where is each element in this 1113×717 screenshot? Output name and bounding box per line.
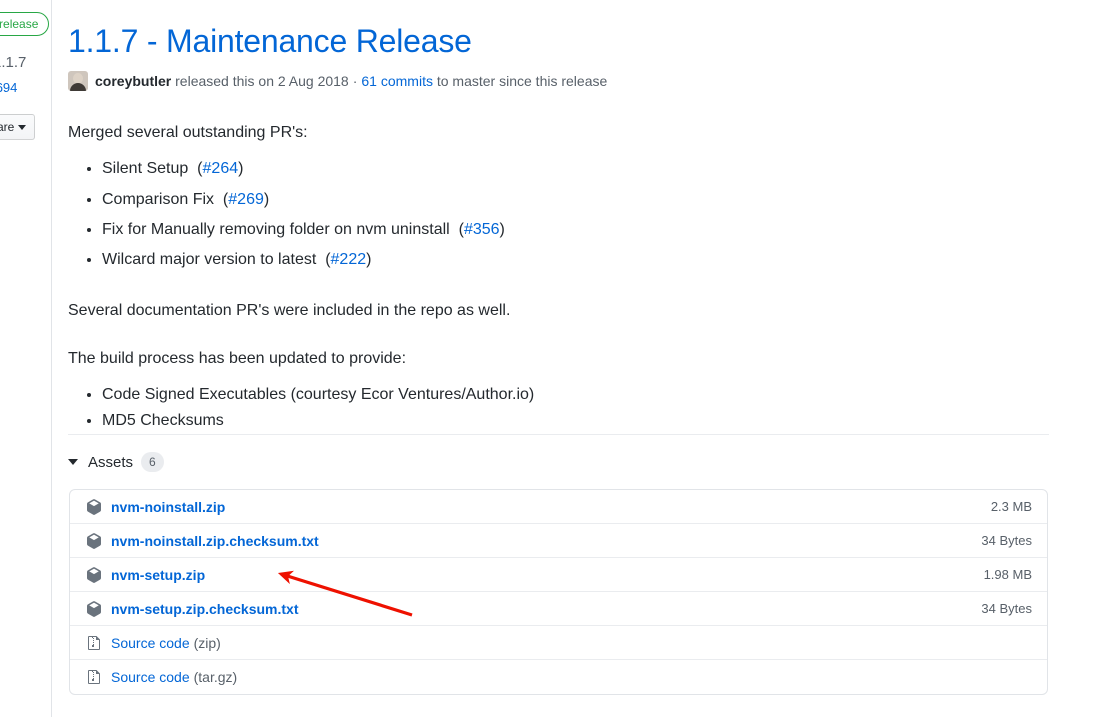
- asset-size: 34 Bytes: [981, 601, 1032, 616]
- released-text: released this on 2 Aug 2018: [175, 72, 349, 89]
- pr-link[interactable]: #222: [331, 251, 367, 268]
- table-row[interactable]: nvm-setup.zip 1.98 MB: [70, 558, 1047, 592]
- compare-button-label: Compare: [0, 120, 15, 134]
- package-icon: [87, 532, 101, 549]
- asset-link[interactable]: Source code: [111, 669, 190, 685]
- pr-paren-open: (: [192, 160, 203, 178]
- asset-size: 34 Bytes: [981, 533, 1032, 548]
- release-sidebar: Latest release 1.1.7 56d694 Compare: [0, 0, 52, 717]
- list-item: Code Signed Executables (courtesy Ecor V…: [102, 383, 1049, 407]
- package-icon: [87, 566, 101, 583]
- commits-tail-text: to master since this release: [436, 72, 608, 89]
- list-item: Wilcard major version to latest (#222): [102, 248, 1049, 272]
- pr-link[interactable]: #264: [203, 160, 239, 177]
- assets-count-badge: 6: [141, 452, 164, 472]
- paragraph-merged-prs: Merged several outstanding PR's:: [68, 124, 308, 142]
- pr-paren-open: (: [320, 251, 331, 269]
- commit-hash-link[interactable]: 56d694: [0, 80, 17, 95]
- asset-format: (zip): [193, 634, 221, 651]
- paragraph-documentation: Several documentation PR's were included…: [68, 301, 511, 319]
- pr-text: Comparison Fix: [102, 190, 215, 208]
- pr-paren-open: (: [454, 221, 464, 239]
- package-icon: [87, 600, 101, 617]
- pr-paren-open: (: [218, 190, 229, 208]
- asset-size: 1.98 MB: [983, 567, 1032, 582]
- triangle-down-icon: [68, 459, 78, 465]
- compare-button[interactable]: Compare: [0, 114, 36, 140]
- pr-text: Wilcard major version to latest: [102, 251, 317, 269]
- pr-link[interactable]: #269: [228, 191, 264, 208]
- list-item: Silent Setup (#264): [102, 157, 1049, 181]
- tag-row[interactable]: 1.1.7: [0, 54, 26, 71]
- pr-link[interactable]: #356: [464, 221, 500, 238]
- build-list: Code Signed Executables (courtesy Ecor V…: [68, 383, 1049, 434]
- content-divider: [68, 434, 1049, 435]
- pr-paren-close: ): [238, 160, 244, 178]
- pr-paren-close: ): [263, 190, 270, 208]
- pr-paren-close: ): [499, 221, 505, 239]
- list-item: Fix for Manually removing folder on nvm …: [102, 218, 1049, 242]
- pr-paren-close: ): [366, 251, 372, 269]
- chevron-down-icon: [18, 124, 27, 130]
- table-row[interactable]: Source code (zip): [70, 626, 1047, 660]
- table-row[interactable]: nvm-setup.zip.checksum.txt 34 Bytes: [70, 592, 1047, 626]
- table-row[interactable]: Source code (tar.gz): [70, 660, 1047, 694]
- file-zip-icon: [88, 635, 100, 650]
- asset-format: (tar.gz): [193, 669, 238, 685]
- assets-list: nvm-noinstall.zip 2.3 MB nvm-noinstall.z…: [69, 489, 1048, 695]
- release-byline: coreybutler released this on 2 Aug 2018 …: [68, 71, 1049, 92]
- package-icon: [87, 498, 101, 515]
- byline-separator: ·: [352, 72, 358, 89]
- paragraph-build-process: The build process has been updated to pr…: [68, 349, 407, 367]
- asset-link[interactable]: nvm-setup.zip: [111, 567, 205, 583]
- release-page: Latest release 1.1.7 56d694 Compare 1.1.…: [0, 0, 1113, 717]
- assets-label: Assets: [88, 453, 134, 471]
- asset-link[interactable]: nvm-noinstall.zip: [111, 499, 225, 515]
- asset-size: 2.3 MB: [990, 499, 1032, 514]
- pr-text: Fix for Manually removing folder on nvm …: [102, 221, 450, 239]
- tag-name: 1.1.7: [0, 54, 27, 71]
- assets-header[interactable]: Assets 6: [68, 452, 164, 472]
- author-link[interactable]: coreybutler: [95, 72, 171, 92]
- list-item: MD5 Checksums: [102, 409, 1049, 433]
- file-zip-icon: [88, 670, 100, 684]
- asset-link[interactable]: nvm-noinstall.zip.checksum.txt: [111, 533, 319, 549]
- pr-text: Silent Setup: [102, 160, 189, 178]
- asset-link[interactable]: nvm-setup.zip.checksum.txt: [111, 601, 299, 617]
- avatar[interactable]: [68, 71, 88, 92]
- asset-link[interactable]: Source code: [111, 635, 190, 651]
- table-row[interactable]: nvm-noinstall.zip 2.3 MB: [70, 490, 1047, 524]
- latest-release-badge: Latest release: [0, 12, 50, 36]
- list-item: Comparison Fix (#269): [102, 188, 1049, 212]
- table-row[interactable]: nvm-noinstall.zip.checksum.txt 34 Bytes: [70, 524, 1047, 558]
- commits-link[interactable]: 61 commits: [361, 72, 433, 92]
- pr-list: Silent Setup (#264) Comparison Fix (#269…: [68, 157, 1049, 272]
- release-main: 1.1.7 - Maintenance Release coreybutler …: [68, 0, 1049, 435]
- page-title[interactable]: 1.1.7 - Maintenance Release: [68, 0, 1049, 60]
